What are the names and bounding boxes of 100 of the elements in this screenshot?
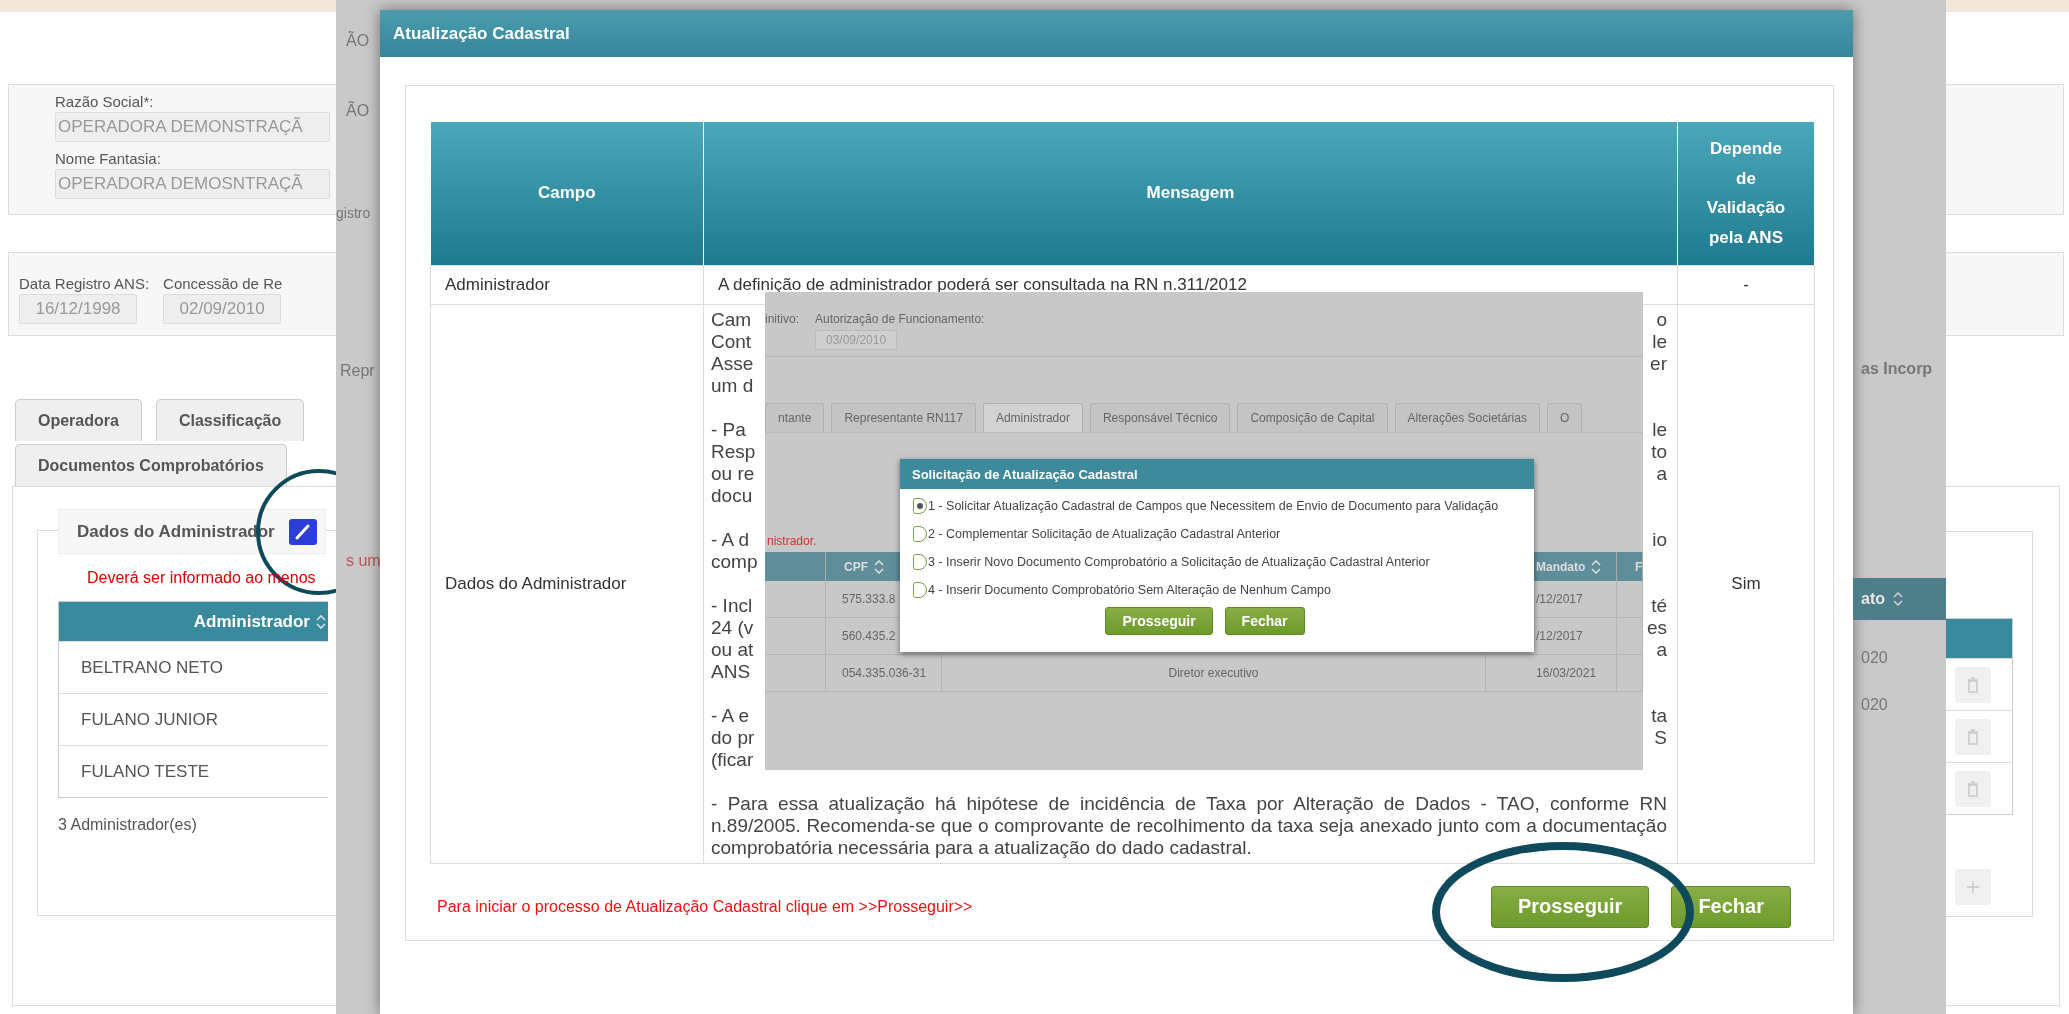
text-fragment: Asse <box>711 352 754 375</box>
column-header[interactable]: F <box>1635 559 1643 574</box>
text-fragment: er <box>1650 352 1667 375</box>
text-fragment: io <box>1652 528 1667 551</box>
text-fragment: Resp <box>711 440 756 463</box>
text-fragment: Repr <box>340 362 376 381</box>
text-fragment: ou at <box>711 638 754 661</box>
table-cell-text: 020 <box>1861 696 1889 714</box>
field-label: Nome Fantasia: <box>55 150 162 167</box>
table-cell <box>1617 618 1643 655</box>
column-header: Mensagem <box>703 122 1678 265</box>
date-field[interactable]: 02/09/2010 <box>163 294 282 324</box>
table-cell: FULANO JUNIOR <box>59 693 328 745</box>
table-cell <box>765 581 826 618</box>
text-fragment: (ficar <box>711 748 754 771</box>
text-fragment: le <box>1652 418 1667 441</box>
tab[interactable]: Documentos Comprobatórios <box>15 444 287 486</box>
text-fragment: - A e <box>711 704 750 727</box>
sort-icon <box>1893 592 1903 606</box>
sort-icon <box>874 559 884 574</box>
table-cell <box>765 618 826 655</box>
text-fragment: ta <box>1651 704 1667 727</box>
warning-text: s um <box>346 552 380 571</box>
plus-icon <box>1967 881 1979 893</box>
text-fragment: - A d <box>711 528 750 551</box>
text-fragment: o <box>1656 308 1667 331</box>
text-fragment: ANS <box>711 660 751 683</box>
column-header: ato <box>1861 590 1885 608</box>
text-fragment: to <box>1651 440 1667 463</box>
field-label: Autorização de Funcionamento: <box>815 312 985 326</box>
sort-icon <box>316 614 326 629</box>
tab[interactable]: Classificação <box>155 399 305 441</box>
text-fragment: docu <box>711 484 753 507</box>
table-cell <box>1617 655 1643 692</box>
trash-icon <box>1967 780 1979 797</box>
tab-label: as Incorp <box>1861 360 1934 378</box>
warning-text: nistrador. <box>766 534 817 548</box>
text-fragment: Cam <box>711 308 752 331</box>
text-field[interactable]: OPERADORA DEMONSTRAÇÃ <box>55 112 330 142</box>
table-cell: FULANO TESTE <box>59 745 328 797</box>
text-fragment: a <box>1656 462 1667 485</box>
text-fragment: ou re <box>711 462 755 485</box>
instruction-text: Para iniciar o processo de Atualização Cadastral clique em >>Prosseguir>> <box>437 897 973 916</box>
text-fragment: comp <box>711 550 758 573</box>
proceed-button[interactable]: Prosseguir <box>1490 885 1650 928</box>
close-button[interactable]: Fechar <box>1671 885 1791 928</box>
record-count: 3 Administrador(es) <box>58 816 198 834</box>
text-fragment: ÃO <box>346 102 371 121</box>
option-label[interactable]: 1 - Solicitar Atualização Cadastral de Campos que Necessitem de Envio de Documento para Validação <box>928 499 1499 513</box>
message-text: - Para essa atualização há hipótese de incidência de Taxa por Alteração de Dados - TAO, conforme RN n.89/2005. Recomenda-se que o comprovante de recolhimento da taxa seja anexado junto com a documentação comprobatória necessária para a atualização do dado cadastral. <box>711 792 1667 859</box>
text-field[interactable]: OPERADORA DEMOSNTRAÇÃ <box>55 169 330 199</box>
table-header <box>1946 619 2012 658</box>
proceed-button[interactable]: Prosseguir <box>1105 607 1213 635</box>
table-cell: 054.335.036-31 <box>826 655 942 692</box>
table-cell: 16/03/2021 <box>1486 655 1617 692</box>
text-fragment: Cont <box>711 330 752 353</box>
column-header: Campo <box>430 122 704 265</box>
text-fragment: - Pa <box>711 418 746 441</box>
text-fragment: le <box>1652 330 1667 353</box>
tab[interactable]: Representante RN117 <box>831 403 976 432</box>
table-cell: Diretor executivo <box>942 655 1486 692</box>
text-fragment: es <box>1646 616 1667 639</box>
tab[interactable]: Composição de Capital <box>1237 403 1388 432</box>
text-fragment: 24 (v <box>711 616 754 639</box>
option-label[interactable]: 3 - Inserir Novo Documento Comprobatório a Solicitação de Atualização Cadastral Anterior <box>928 555 1430 569</box>
close-button[interactable]: Fechar <box>1224 607 1305 635</box>
text-fragment: a <box>1656 638 1667 661</box>
option-label[interactable]: 2 - Complementar Solicitação de Atualização Cadastral Anterior <box>928 527 1281 541</box>
column-header[interactable]: Mandato <box>1536 559 1586 574</box>
table-cell <box>765 655 826 692</box>
table-cell: BELTRANO NETO <box>59 641 328 693</box>
table-cell-text: 020 <box>1861 649 1889 667</box>
sort-icon <box>1591 559 1602 574</box>
tab[interactable]: ntante <box>765 403 825 432</box>
table-cell: - <box>1677 265 1815 304</box>
field-label: Razão Social*: <box>55 93 155 110</box>
tab[interactable]: Responsável Técnico <box>1089 403 1231 432</box>
tab[interactable]: O <box>1546 403 1583 432</box>
column-header: Depende de Validação pela ANS <box>1677 122 1815 265</box>
text-fragment: um d <box>711 374 754 397</box>
text-fragment: gistro <box>336 205 372 223</box>
field-label: initivo: <box>765 312 799 328</box>
field-label: Data Registro ANS: <box>19 275 150 292</box>
table-cell: Administrador <box>430 265 704 304</box>
column-header[interactable]: CPF <box>844 559 868 574</box>
field-label: Concessão de Re <box>163 275 283 292</box>
text-fragment: do pr <box>711 726 755 749</box>
text-fragment: - Incl <box>711 594 753 617</box>
tab[interactable]: Administrador <box>982 403 1083 432</box>
trash-icon <box>1967 676 1979 693</box>
table-cell: Dados do Administrador <box>430 304 704 863</box>
trash-icon <box>1967 728 1979 745</box>
tab[interactable]: Alterações Societárias <box>1394 403 1540 432</box>
dialog-title: Solicitação de Atualização Cadastral <box>900 459 1534 489</box>
column-header[interactable]: Administrador <box>193 611 310 632</box>
table-cell: Sim <box>1677 304 1815 863</box>
text-fragment: S <box>1654 726 1667 749</box>
dialog-title: Atualização Cadastral <box>380 10 1853 57</box>
date-field[interactable]: 16/12/1998 <box>19 294 137 324</box>
tab[interactable]: Operadora <box>15 399 142 441</box>
